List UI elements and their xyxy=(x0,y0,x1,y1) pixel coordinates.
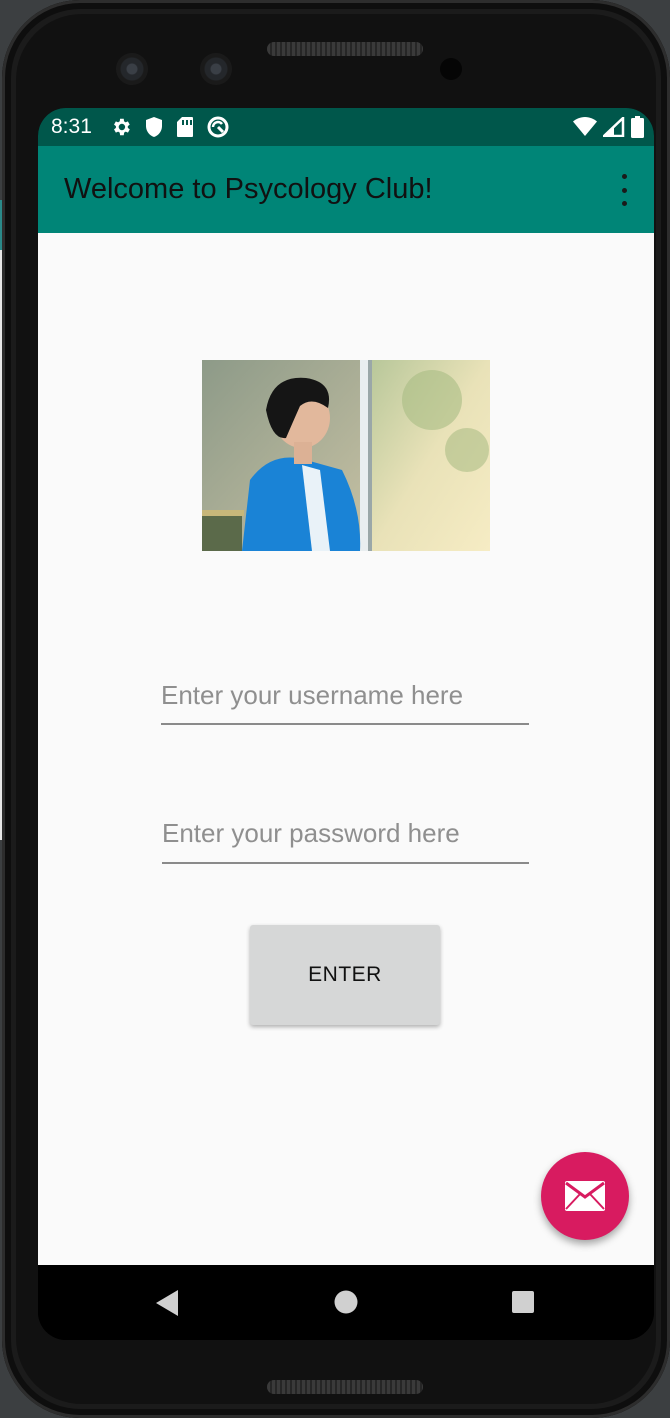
wifi-icon xyxy=(573,117,597,136)
password-field-wrap xyxy=(162,805,529,864)
settings-icon xyxy=(113,118,130,136)
front-camera xyxy=(116,53,148,85)
email-icon xyxy=(565,1181,605,1211)
front-camera-2 xyxy=(200,53,232,85)
sync-icon xyxy=(207,116,229,138)
menu-dot xyxy=(621,174,627,179)
password-input[interactable] xyxy=(162,805,529,864)
email-fab[interactable] xyxy=(541,1152,629,1240)
device-screen: 8:31 Welcome to Psycology Club! Enter yo… xyxy=(38,108,654,1340)
shield-icon xyxy=(145,117,162,137)
status-time: 8:31 xyxy=(51,115,92,138)
navigation-bar xyxy=(38,1265,654,1340)
username-field-wrap xyxy=(161,667,529,725)
username-input[interactable] xyxy=(161,667,529,725)
cell-signal-icon xyxy=(603,117,625,137)
main-content: ENTER xyxy=(38,233,654,1265)
top-speaker xyxy=(267,42,423,56)
back-icon[interactable] xyxy=(156,1290,178,1316)
sd-card-icon xyxy=(176,117,193,137)
profile-photo xyxy=(202,360,490,551)
menu-dot xyxy=(621,201,627,206)
battery-icon xyxy=(631,116,644,138)
proximity-sensor xyxy=(440,58,462,80)
bottom-speaker xyxy=(267,1380,423,1394)
phone-frame: 8:31 Welcome to Psycology Club! Enter yo… xyxy=(2,0,670,1418)
status-bar: 8:31 xyxy=(38,108,654,146)
menu-dot xyxy=(621,187,627,193)
app-bar: Welcome to Psycology Club! xyxy=(38,146,654,233)
home-icon[interactable] xyxy=(334,1290,358,1314)
recents-icon[interactable] xyxy=(512,1291,534,1313)
app-title: Welcome to Psycology Club! xyxy=(64,173,433,205)
more-vert-icon[interactable] xyxy=(616,174,632,206)
status-icons-left xyxy=(110,115,230,139)
status-icons-right xyxy=(573,116,644,138)
enter-button[interactable]: ENTER xyxy=(250,925,440,1025)
